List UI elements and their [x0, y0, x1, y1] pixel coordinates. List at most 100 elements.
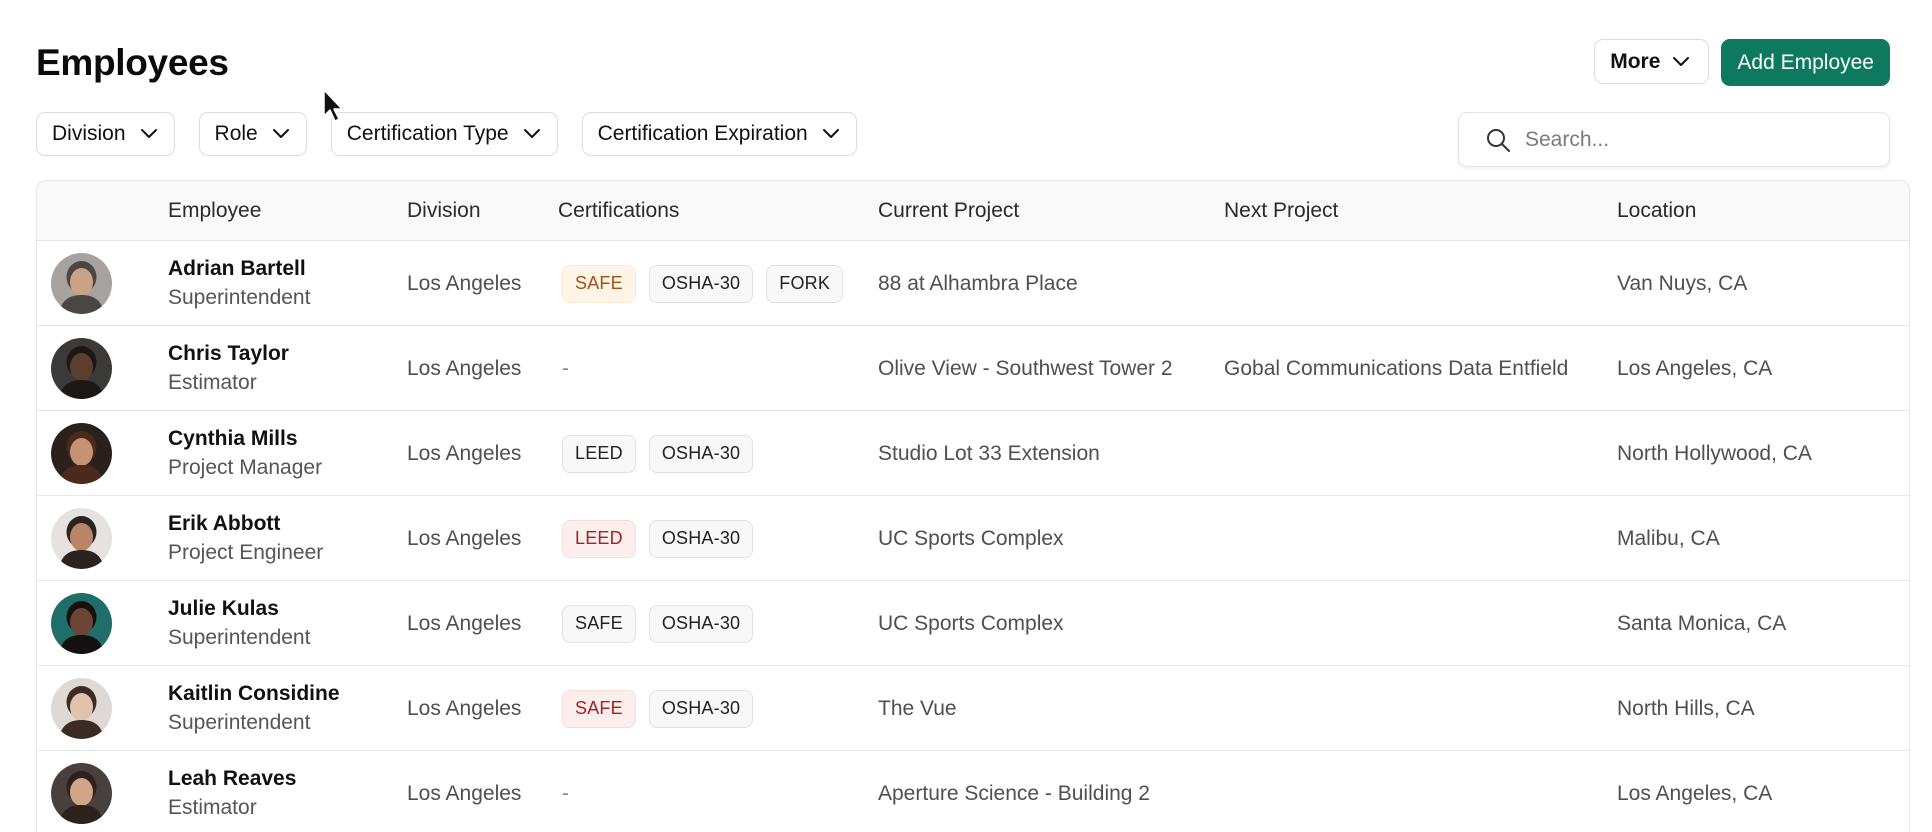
location-cell: Los Angeles, CA [1617, 751, 1772, 832]
employee-role: Estimator [168, 796, 257, 819]
filter-bar: Division Role Certification Type Certifi… [36, 112, 857, 156]
certifications-cell: LEED OSHA-30 [562, 411, 754, 496]
table-row[interactable]: Kaitlin Considine Superintendent Los Angel… [37, 666, 1909, 751]
filter-label: Division [52, 122, 126, 145]
next-project-cell: Gobal Communications Data Entfield [1224, 326, 1568, 411]
column-header-division[interactable]: Division [407, 181, 481, 241]
avatar [51, 423, 112, 484]
chevron-down-icon [523, 129, 540, 138]
employee-cell: Kaitlin Considine Superintendent [168, 680, 340, 738]
more-button[interactable]: More [1594, 39, 1710, 84]
current-project-cell: The Vue [878, 666, 957, 751]
avatar [51, 593, 112, 654]
employee-name[interactable]: Kaitlin Considine [168, 680, 340, 708]
certification-badge[interactable]: FORK [766, 264, 844, 303]
location-text: Malibu, CA [1617, 526, 1720, 550]
column-header-next-project[interactable]: Next Project [1224, 181, 1338, 241]
division-cell: Los Angeles [407, 326, 521, 411]
avatar [51, 763, 112, 824]
division-text: Los Angeles [407, 441, 522, 465]
certification-badge[interactable]: SAFE [562, 264, 636, 303]
location-cell: Malibu, CA [1617, 496, 1720, 581]
column-header-certifications[interactable]: Certifications [558, 181, 679, 241]
table-row[interactable]: Chris Taylor Estimator Los Angeles - Olive V… [37, 326, 1909, 411]
chevron-down-icon [140, 129, 157, 138]
employee-cell: Leah Reaves Estimator [168, 765, 296, 823]
avatar [51, 338, 112, 399]
location-cell: Los Angeles, CA [1617, 326, 1772, 411]
division-text: Los Angeles [407, 526, 522, 550]
employee-cell: Erik Abbott Project Engineer [168, 510, 323, 568]
filter-label: Certification Expiration [597, 122, 808, 145]
filter-certification-type[interactable]: Certification Type [330, 112, 558, 156]
add-employee-label: Add Employee [1737, 50, 1874, 74]
table-row[interactable]: Erik Abbott Project Engineer Los Angeles LE… [37, 496, 1909, 581]
table-row[interactable]: Adrian Bartell Superintendent Los Angeles S… [37, 241, 1909, 326]
division-cell: Los Angeles [407, 241, 521, 326]
avatar [51, 508, 112, 569]
division-text: Los Angeles [407, 611, 522, 635]
certification-badge[interactable]: OSHA-30 [648, 689, 754, 728]
employee-name[interactable]: Julie Kulas [168, 595, 310, 623]
filter-label: Role [214, 122, 258, 145]
filter-certification-expiration[interactable]: Certification Expiration [581, 112, 857, 156]
current-project-text[interactable]: Olive View - Southwest Tower 2 [878, 357, 1173, 381]
no-certifications: - [562, 356, 569, 380]
employee-name[interactable]: Chris Taylor [168, 340, 289, 368]
division-text: Los Angeles [407, 781, 522, 805]
chevron-down-icon [272, 129, 289, 138]
current-project-text[interactable]: Studio Lot 33 Extension [878, 442, 1100, 466]
add-employee-button[interactable]: Add Employee [1721, 39, 1890, 86]
division-text: Los Angeles [407, 271, 522, 295]
table-row[interactable]: Leah Reaves Estimator Los Angeles - Aperture… [37, 751, 1909, 832]
certification-badges: SAFE OSHA-30 FORK [562, 264, 844, 303]
current-project-cell: Aperture Science - Building 2 [878, 751, 1150, 832]
current-project-cell: Olive View - Southwest Tower 2 [878, 326, 1173, 411]
certification-badge[interactable]: SAFE [562, 604, 636, 643]
table-header: Employee Division Certifications Current… [37, 181, 1909, 241]
employee-name[interactable]: Leah Reaves [168, 765, 296, 793]
filter-division[interactable]: Division [36, 112, 175, 156]
certification-badge[interactable]: OSHA-30 [648, 519, 754, 558]
employee-role: Estimator [168, 371, 257, 394]
column-header-employee[interactable]: Employee [168, 181, 261, 241]
avatar-image [51, 253, 112, 314]
location-cell: Santa Monica, CA [1617, 581, 1786, 666]
current-project-cell: UC Sports Complex [878, 496, 1064, 581]
search-input[interactable] [1525, 127, 1845, 152]
certification-badge[interactable]: SAFE [562, 689, 636, 728]
avatar-image [51, 423, 112, 484]
filter-role[interactable]: Role [198, 112, 307, 156]
table-body: Adrian Bartell Superintendent Los Angeles S… [37, 241, 1909, 832]
more-button-label: More [1610, 49, 1661, 73]
employee-name[interactable]: Erik Abbott [168, 510, 323, 538]
certification-badge[interactable]: OSHA-30 [648, 264, 754, 303]
certification-badges: SAFE OSHA-30 [562, 604, 754, 643]
search-box [1458, 112, 1890, 167]
employee-name[interactable]: Cynthia Mills [168, 425, 322, 453]
location-text: Santa Monica, CA [1617, 611, 1787, 635]
column-header-location[interactable]: Location [1617, 181, 1696, 241]
certification-badge[interactable]: OSHA-30 [648, 604, 754, 643]
current-project-text[interactable]: UC Sports Complex [878, 612, 1064, 636]
division-text: Los Angeles [407, 356, 522, 380]
employee-name[interactable]: Adrian Bartell [168, 255, 310, 283]
certifications-cell: - [562, 751, 569, 832]
table-row[interactable]: Cynthia Mills Project Manager Los Angeles L… [37, 411, 1909, 496]
column-header-current-project[interactable]: Current Project [878, 181, 1019, 241]
next-project-text[interactable]: Gobal Communications Data Entfield [1224, 357, 1568, 381]
certification-badge[interactable]: OSHA-30 [648, 434, 754, 473]
current-project-text[interactable]: UC Sports Complex [878, 527, 1064, 551]
location-cell: North Hills, CA [1617, 666, 1755, 751]
division-text: Los Angeles [407, 696, 522, 720]
current-project-cell: 88 at Alhambra Place [878, 241, 1078, 326]
current-project-text[interactable]: 88 at Alhambra Place [878, 272, 1078, 296]
current-project-text[interactable]: The Vue [878, 697, 957, 721]
current-project-text[interactable]: Aperture Science - Building 2 [878, 782, 1150, 806]
certification-badge[interactable]: LEED [562, 519, 636, 558]
employees-page: Employees More Add Employee Division Rol… [0, 0, 1932, 832]
certification-badges: SAFE OSHA-30 [562, 689, 754, 728]
certification-badge[interactable]: LEED [562, 434, 636, 473]
table-row[interactable]: Julie Kulas Superintendent Los Angeles SAFE… [37, 581, 1909, 666]
employee-cell: Adrian Bartell Superintendent [168, 255, 310, 313]
